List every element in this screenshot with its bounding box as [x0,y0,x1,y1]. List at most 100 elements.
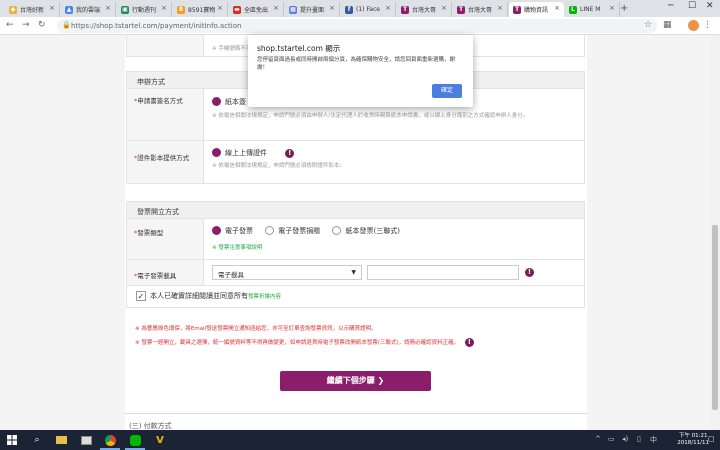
red-note-info-icon[interactable]: ! [464,338,474,347]
tab-title: 我的雲端 [76,7,101,14]
tab-title: 8591寶物 [188,7,215,14]
browser-tab[interactable]: ▲ 我的雲端 × [61,2,116,17]
carrier-number-input[interactable] [367,265,519,280]
reload-icon[interactable]: ↻ [38,20,46,30]
notification-chevron-icon[interactable]: ^ [595,435,601,443]
tab-close-icon[interactable]: × [161,4,167,12]
ime-icon[interactable]: 中 [650,435,657,445]
browser-tab[interactable]: f (1) Face × [341,2,396,17]
tab-favicon-icon: ▣ [121,5,129,14]
browser-tab[interactable]: T 購物資訊 × [509,2,564,17]
invoice-notes-link[interactable]: ※ 發票注意事項說明 [212,243,578,251]
chrome-icon[interactable] [103,433,117,447]
carrier-select-value: 電子載具 [218,271,244,279]
invoice-option-3: 紙本發票(三聯式) [345,227,400,235]
photos-icon[interactable] [79,433,93,447]
page-scrollbar[interactable] [710,35,720,430]
volume-icon[interactable]: ◂) [622,435,628,443]
red-note-2: ※ 發票一經開立，載具之選擇，統一編號資料等不得再做變更，如申請退貨時電子發票改… [135,340,460,346]
tab-favicon-icon: T [457,5,465,14]
tab-strip: ◆ 台灣好新 × ▲ 我的雲端 × ▣ 行動週刊 × 8 8591寶物 × ▬ 全區免出 × ▦ 提升畫面 × f(… [0,0,720,17]
forward-icon[interactable]: → [22,20,30,30]
address-bar[interactable]: 🔒 https://shop.tstartel.com/payment/init… [57,19,657,33]
invoice-option-2: 電子發票捐贈 [278,227,321,235]
browser-tab[interactable]: T 台灣大哥 × [453,2,508,17]
tab-close-icon[interactable]: × [105,4,111,12]
cert-info-icon[interactable]: ! [285,148,295,158]
tab-favicon-icon: 8 [177,5,185,14]
browser-tab[interactable]: T 台灣大哥 × [397,2,452,17]
network-icon[interactable]: ▭ [608,435,615,443]
carrier-info-icon[interactable]: ! [525,268,534,277]
carrier-row: *電子發票載具 電子載具 ▼ ! [126,260,585,286]
maximize-button[interactable]: ☐ [688,1,696,11]
browser-tab[interactable]: ▣ 行動週刊 × [117,2,172,17]
browser-tab[interactable]: L LINE M × [565,2,620,17]
tab-title: (1) Face [356,6,380,13]
file-explorer-icon[interactable] [54,433,68,447]
tab-title: 提升畫面 [300,7,325,14]
line-app-icon[interactable] [128,433,142,447]
alert-dialog: shop.tstartel.com 顯示 您停留頁面過長或同時開啟兩個分頁，為確… [248,35,473,107]
battery-icon[interactable]: ▯ [637,435,641,443]
cert-upload-radio[interactable] [212,147,221,157]
sign-note: ※ 依電信相關法規規定，申請門號必須由申辦人/法定代理人於收貨時親簽紙本申請書，… [212,113,529,119]
tab-close-icon[interactable]: × [329,4,335,12]
taskbar-clock[interactable]: 下午 01:21 2018/11/11 [677,433,709,447]
dropdown-arrow-icon: ▼ [351,269,356,276]
menu-icon[interactable]: ⋮ [703,20,712,30]
dialog-ok-button[interactable]: 確定 [432,84,462,98]
cert-note: ※ 依電信相關法規規定，申請門號必須檢附證件影本。 [212,163,345,169]
invoice-option-1: 電子發票 [225,227,253,235]
windows-start-icon[interactable] [5,433,19,447]
tab-close-icon[interactable]: × [497,4,503,12]
search-icon[interactable]: ⌕ [30,433,44,447]
tab-close-icon[interactable]: × [441,4,447,12]
notifications-icon[interactable]: ▢ [708,435,715,443]
tab-close-icon[interactable]: × [554,4,560,12]
tab-title: 行動週刊 [132,7,157,14]
next-step-button[interactable]: 繼續下個步驟 ❯ [280,371,431,391]
agree-row: ✓ 本人已確實詳細閱讀並同意所有發票折讓內容 [126,286,585,308]
close-window-button[interactable]: ✕ [706,1,714,11]
tab-close-icon[interactable]: × [385,4,391,12]
back-icon[interactable]: ← [6,20,14,30]
extension-icon[interactable]: ▦ [663,20,672,30]
browser-tab[interactable]: ▦ 提升畫面 × [285,2,340,17]
vpn-app-icon[interactable]: V [153,433,167,447]
tab-favicon-icon: L [569,5,577,14]
invoice-type-row: *發票類型 電子發票 電子發票捐贈 紙本發票(三聯式) ※ 發票注意事項說明 [126,219,585,260]
cert-method-label: 證件影本提供方式 [137,154,190,162]
browser-tab[interactable]: ◆ 台灣好新 × [5,2,60,17]
tab-close-icon[interactable]: × [273,4,279,12]
invoice-section-header: 發票開立方式 [126,201,585,219]
carrier-label: 電子發票載具 [137,272,177,280]
invoice-paper-radio[interactable] [332,225,342,235]
carrier-select[interactable]: 電子載具 ▼ [212,265,362,280]
profile-avatar[interactable] [688,20,699,31]
tab-close-icon[interactable]: × [49,4,55,12]
sign-method-label: 申請書簽名方式 [137,97,183,105]
agree-link[interactable]: 發票折讓內容 [248,294,281,300]
invoice-donate-radio[interactable] [265,225,275,235]
minimize-button[interactable]: ─ [668,1,673,11]
scrollbar-thumb[interactable] [712,225,718,410]
invoice-type-label: 發票類型 [137,229,164,237]
tab-favicon-icon: f [345,5,353,14]
browser-tab[interactable]: 8 8591寶物 × [173,2,228,17]
tab-title: 台灣好新 [20,7,45,14]
tab-title: LINE M [580,6,601,13]
tab-favicon-icon: ▬ [233,5,241,14]
tab-close-icon[interactable]: × [609,4,615,12]
sign-paper-label: 紙本簽 [225,98,246,106]
agree-checkbox[interactable]: ✓ [136,291,146,301]
tab-close-icon[interactable]: × [217,4,223,12]
new-tab-button[interactable]: + [620,3,628,14]
tab-title: 台灣大哥 [412,7,437,14]
agree-text: 本人已確實詳細閱讀並同意所有 [150,292,248,300]
bookmark-star-icon[interactable]: ☆ [644,20,652,30]
tab-title: 全區免出 [244,7,269,14]
sign-paper-radio[interactable] [212,96,221,106]
invoice-electronic-radio[interactable] [212,225,221,235]
browser-tab[interactable]: ▬ 全區免出 × [229,2,284,17]
